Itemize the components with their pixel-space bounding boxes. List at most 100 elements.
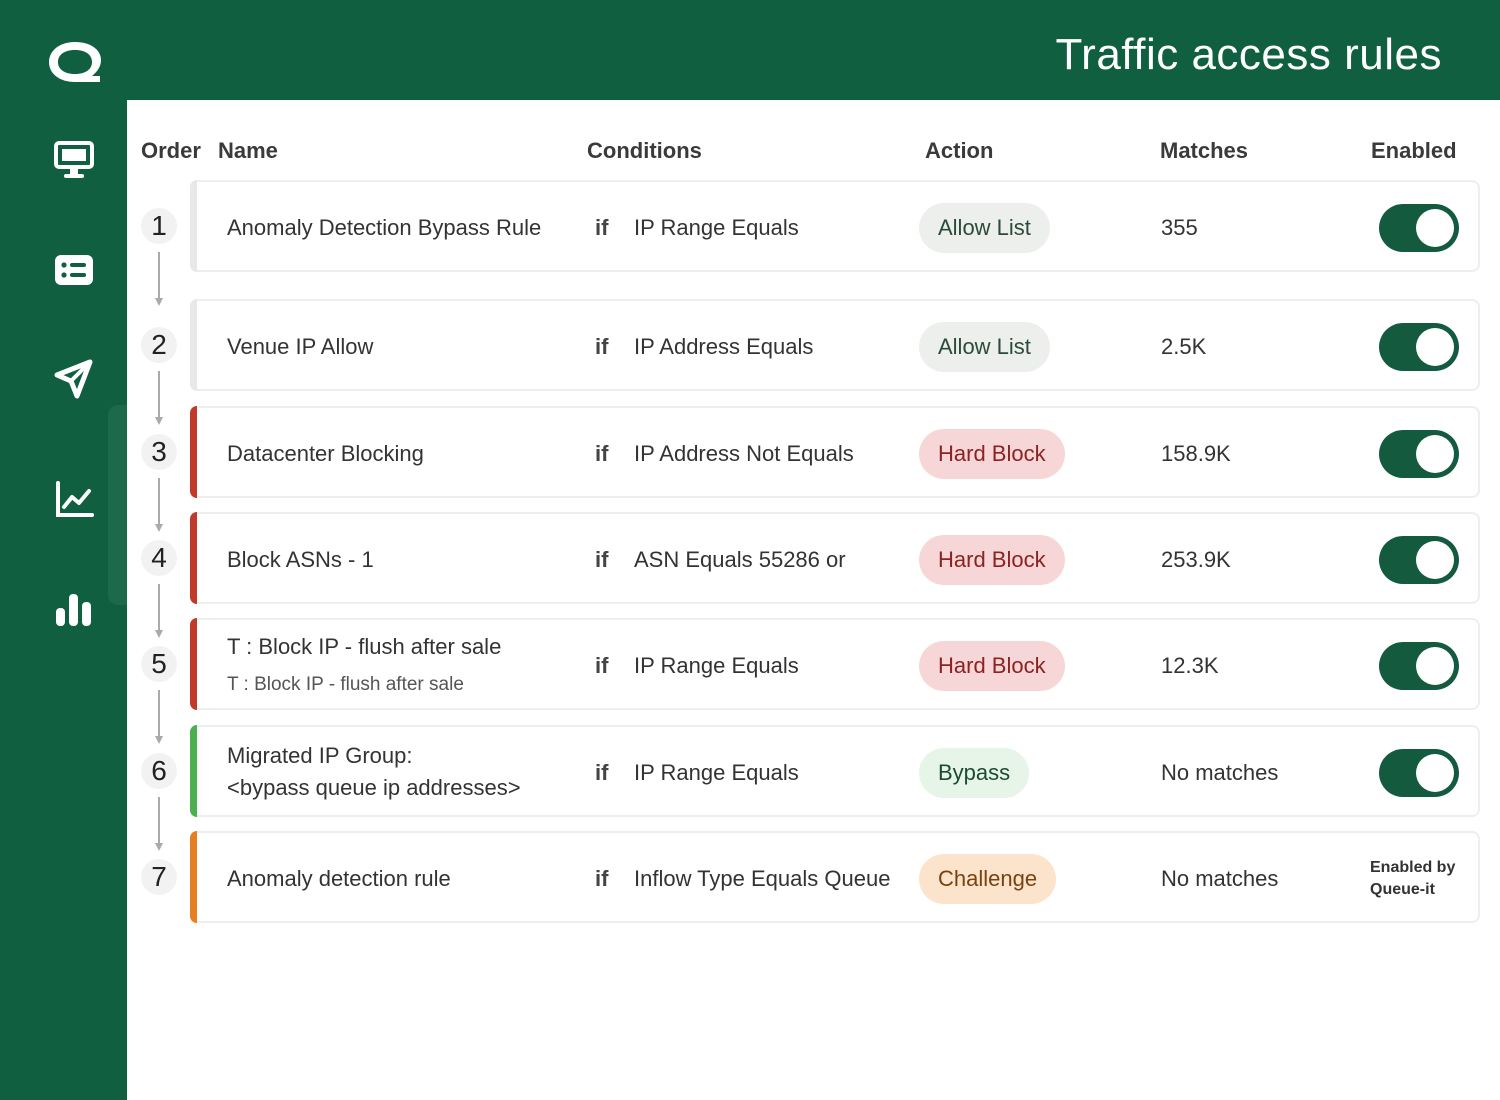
enabled-toggle[interactable] xyxy=(1379,749,1459,797)
action-badge: Bypass xyxy=(919,748,1030,798)
condition-text: IP Range Equals xyxy=(634,653,799,678)
table-row[interactable]: Anomaly Detection Bypass Rule if IP Rang… xyxy=(190,180,1480,272)
column-header-name[interactable]: Name xyxy=(218,138,278,164)
table-row[interactable]: Block ASNs - 1 if ASN Equals 55286 or Ha… xyxy=(190,512,1480,604)
match-count: 2.5K xyxy=(1161,334,1207,359)
rule-name: Venue IP Allow xyxy=(227,334,374,359)
enabled-by-line-1: Enabled by xyxy=(1370,859,1456,876)
sidebar-item-send[interactable] xyxy=(48,353,100,405)
order-arrow-icon xyxy=(155,371,163,425)
nav-active-indicator xyxy=(108,405,127,605)
order-badge: 1 xyxy=(141,208,177,244)
row-accent xyxy=(190,180,197,272)
rule-name: Migrated IP Group: xyxy=(227,743,413,768)
condition-text: IP Range Equals xyxy=(634,760,799,785)
order-badge: 4 xyxy=(141,540,177,576)
order-badge: 7 xyxy=(141,859,177,895)
toggle-knob xyxy=(1416,647,1454,685)
match-count: 12.3K xyxy=(1161,653,1219,678)
row-accent xyxy=(190,831,197,923)
order-arrow-icon xyxy=(155,797,163,851)
condition-if: if xyxy=(595,760,609,785)
column-header-action[interactable]: Action xyxy=(925,138,993,164)
rule-name: Datacenter Blocking xyxy=(227,441,424,466)
condition-if: if xyxy=(595,215,609,240)
enabled-toggle[interactable] xyxy=(1379,642,1459,690)
list-icon xyxy=(55,255,93,285)
condition-text: Inflow Type Equals Queue xyxy=(634,866,891,891)
enabled-toggle[interactable] xyxy=(1379,536,1459,584)
condition-text: IP Range Equals xyxy=(634,215,799,240)
column-header-enabled[interactable]: Enabled xyxy=(1371,138,1457,164)
action-badge: Hard Block xyxy=(919,641,1065,691)
rule-name: Block ASNs - 1 xyxy=(227,547,374,572)
action-badge: Allow List xyxy=(919,203,1050,253)
order-badge: 5 xyxy=(141,646,177,682)
order-badge: 3 xyxy=(141,434,177,470)
toggle-knob xyxy=(1416,209,1454,247)
row-accent xyxy=(190,618,197,710)
enabled-toggle[interactable] xyxy=(1379,204,1459,252)
order-arrow-icon xyxy=(155,690,163,744)
monitor-icon xyxy=(54,141,94,178)
match-count: No matches xyxy=(1161,760,1279,785)
order-arrow-icon xyxy=(155,584,163,638)
rule-name: T : Block IP - flush after sale xyxy=(227,634,502,659)
condition-text: IP Address Not Equals xyxy=(634,441,854,466)
page-title: Traffic access rules xyxy=(1055,30,1442,79)
sidebar-item-analytics[interactable] xyxy=(48,474,100,526)
match-count: No matches xyxy=(1161,866,1279,891)
match-count: 158.9K xyxy=(1161,441,1231,466)
table-row[interactable]: Migrated IP Group: <bypass queue ip addr… xyxy=(190,725,1480,817)
row-accent xyxy=(190,406,197,498)
action-badge: Hard Block xyxy=(919,535,1065,585)
condition-if: if xyxy=(595,653,609,678)
enabled-toggle[interactable] xyxy=(1379,323,1459,371)
enabled-by-label: Enabled by Queue-it xyxy=(1370,857,1470,901)
rule-name: Anomaly Detection Bypass Rule xyxy=(227,215,542,240)
column-header-conditions[interactable]: Conditions xyxy=(587,138,702,164)
order-arrow-icon xyxy=(155,478,163,532)
sidebar xyxy=(0,0,127,1100)
action-badge: Allow List xyxy=(919,322,1050,372)
bar-chart-icon xyxy=(56,594,91,626)
sidebar-item-reports[interactable] xyxy=(48,584,100,636)
condition-if: if xyxy=(595,441,609,466)
match-count: 253.9K xyxy=(1161,547,1231,572)
enabled-by-line-2: Queue-it xyxy=(1370,881,1435,898)
condition-if: if xyxy=(595,866,609,891)
queue-it-logo[interactable] xyxy=(46,38,104,86)
top-header: Traffic access rules xyxy=(127,0,1500,100)
table-row[interactable]: Datacenter Blocking if IP Address Not Eq… xyxy=(190,406,1480,498)
toggle-knob xyxy=(1416,435,1454,473)
table-row[interactable]: Anomaly detection rule if Inflow Type Eq… xyxy=(190,831,1480,923)
enabled-toggle[interactable] xyxy=(1379,430,1459,478)
sidebar-item-list[interactable] xyxy=(48,244,100,296)
condition-text: IP Address Equals xyxy=(634,334,814,359)
sidebar-item-monitor[interactable] xyxy=(48,134,100,186)
condition-text: ASN Equals 55286 or xyxy=(634,547,846,572)
line-chart-icon xyxy=(56,481,94,517)
toggle-knob xyxy=(1416,541,1454,579)
rule-name: Anomaly detection rule xyxy=(227,866,451,891)
column-header-order[interactable]: Order xyxy=(141,138,201,164)
toggle-knob xyxy=(1416,754,1454,792)
rule-description: T : Block IP - flush after sale xyxy=(227,674,464,695)
order-badge: 6 xyxy=(141,753,177,789)
rules-panel: Order Name Conditions Action Matches Ena… xyxy=(127,100,1500,1100)
toggle-knob xyxy=(1416,328,1454,366)
condition-if: if xyxy=(595,334,609,359)
row-accent xyxy=(190,299,197,391)
table-row[interactable]: T : Block IP - flush after sale T : Bloc… xyxy=(190,618,1480,710)
match-count: 355 xyxy=(1161,215,1198,240)
row-accent xyxy=(190,725,197,817)
column-header-matches[interactable]: Matches xyxy=(1160,138,1248,164)
row-accent xyxy=(190,512,197,604)
table-row[interactable]: Venue IP Allow if IP Address Equals Allo… xyxy=(190,299,1480,391)
action-badge: Challenge xyxy=(919,854,1057,904)
rule-name-continued: <bypass queue ip addresses> xyxy=(227,775,521,800)
condition-if: if xyxy=(595,547,609,572)
order-arrow-icon xyxy=(155,252,163,306)
order-badge: 2 xyxy=(141,327,177,363)
action-badge: Hard Block xyxy=(919,429,1065,479)
